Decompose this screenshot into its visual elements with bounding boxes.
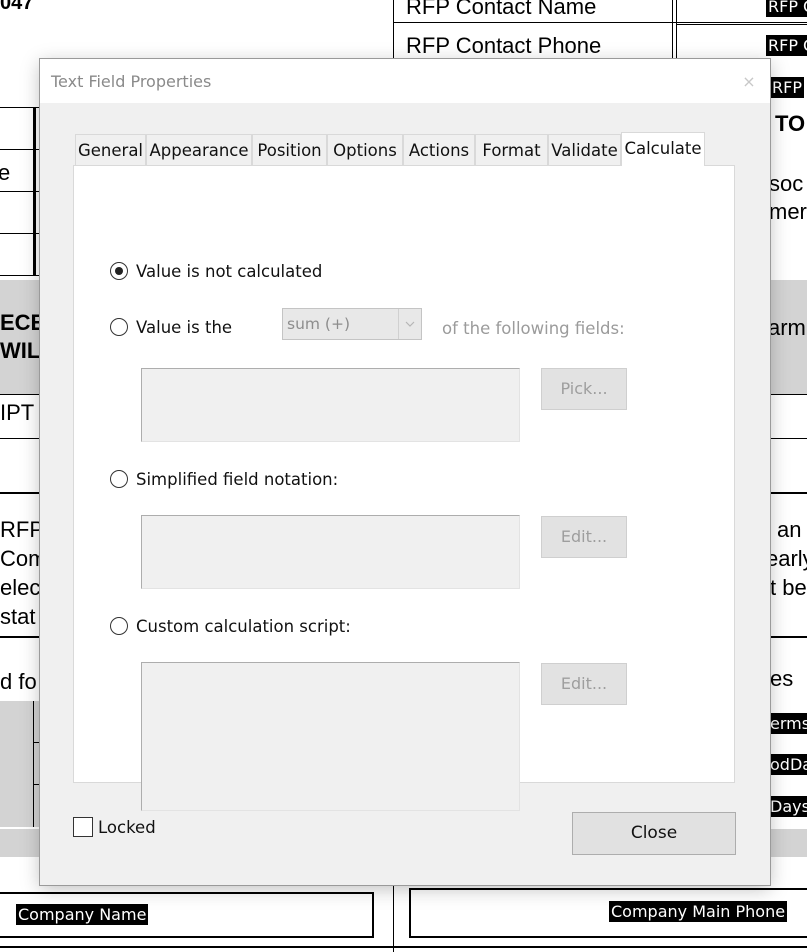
- company-name-field[interactable]: Company Name: [16, 904, 149, 925]
- doc-left-dfo: d fo: [0, 669, 37, 694]
- radio-custom-script[interactable]: [110, 617, 128, 635]
- close-icon[interactable]: ×: [736, 69, 762, 95]
- tab-actions[interactable]: Actions: [403, 134, 475, 165]
- calculate-panel: Value is not calculated Value is the sum…: [73, 165, 735, 811]
- radio-simplified-notation[interactable]: [110, 470, 128, 488]
- radio-not-calculated[interactable]: [110, 262, 128, 280]
- doc-right-arm: arm: [768, 315, 806, 340]
- operation-select[interactable]: sum (+): [282, 308, 422, 340]
- doc-number: 047: [0, 0, 34, 14]
- tab-calculate[interactable]: Calculate: [621, 132, 705, 166]
- dialog-titlebar[interactable]: Text Field Properties ×: [40, 59, 770, 103]
- doc-left-rfp: RFP: [0, 517, 44, 542]
- tab-options[interactable]: Options: [327, 134, 403, 165]
- dialog-title: Text Field Properties: [51, 72, 212, 91]
- payment-terms-field[interactable]: erms: [768, 713, 807, 734]
- days-field[interactable]: Days: [768, 796, 807, 817]
- radio-value-is-the[interactable]: [110, 318, 128, 336]
- label-simplified-notation: Simplified field notation:: [136, 470, 339, 489]
- locked-label: Locked: [98, 818, 156, 837]
- simplified-notation-box[interactable]: [141, 515, 520, 589]
- doc-left-e: e: [0, 160, 11, 185]
- doc-right-tbe: t be: [770, 575, 807, 600]
- tab-format[interactable]: Format: [475, 134, 548, 165]
- label-of-following-fields: of the following fields:: [442, 319, 625, 338]
- rfp-contact-phone-field[interactable]: RFP C: [766, 35, 807, 56]
- fields-list-box[interactable]: [141, 368, 520, 442]
- doc-right-to: TO: [775, 111, 806, 136]
- chevron-down-icon: [398, 309, 421, 339]
- tab-position[interactable]: Position: [252, 134, 327, 165]
- doc-right-an: l an: [766, 517, 802, 542]
- doc-right-soc: soc: [769, 171, 804, 196]
- tab-validate[interactable]: Validate: [548, 134, 621, 165]
- edit-custom-script-button[interactable]: Edit...: [541, 663, 627, 705]
- doc-right-early: early: [766, 546, 807, 571]
- label-custom-script: Custom calculation script:: [136, 617, 351, 636]
- doc-left-ece: ECE: [0, 310, 46, 335]
- rfp-field-3[interactable]: RFP: [770, 77, 804, 98]
- company-main-phone-field[interactable]: Company Main Phone: [609, 901, 788, 922]
- doc-right-mer: mer: [769, 199, 807, 224]
- doc-left-ipt: IPT: [0, 400, 35, 425]
- close-button[interactable]: Close: [572, 812, 736, 855]
- rfp-contact-name-field[interactable]: RFP C: [766, 0, 807, 17]
- tab-appearance[interactable]: Appearance: [146, 134, 252, 165]
- operation-select-value: sum (+): [287, 315, 351, 333]
- tab-general[interactable]: General: [75, 134, 146, 165]
- text-field-properties-dialog: Text Field Properties × General Appearan…: [40, 59, 770, 885]
- doc-right-es: es: [770, 666, 794, 691]
- label-not-calculated: Value is not calculated: [136, 262, 323, 281]
- doc-left-stat: stat: [0, 604, 36, 629]
- period-days-field[interactable]: odDa: [768, 754, 807, 775]
- pick-button[interactable]: Pick...: [541, 368, 627, 410]
- edit-simplified-button[interactable]: Edit...: [541, 516, 627, 558]
- rfp-contact-phone-label: RFP Contact Phone: [406, 33, 602, 58]
- label-value-is-the: Value is the: [136, 318, 233, 337]
- custom-script-box[interactable]: [141, 662, 520, 811]
- rfp-contact-name-label: RFP Contact Name: [406, 0, 597, 19]
- locked-checkbox[interactable]: [73, 817, 93, 837]
